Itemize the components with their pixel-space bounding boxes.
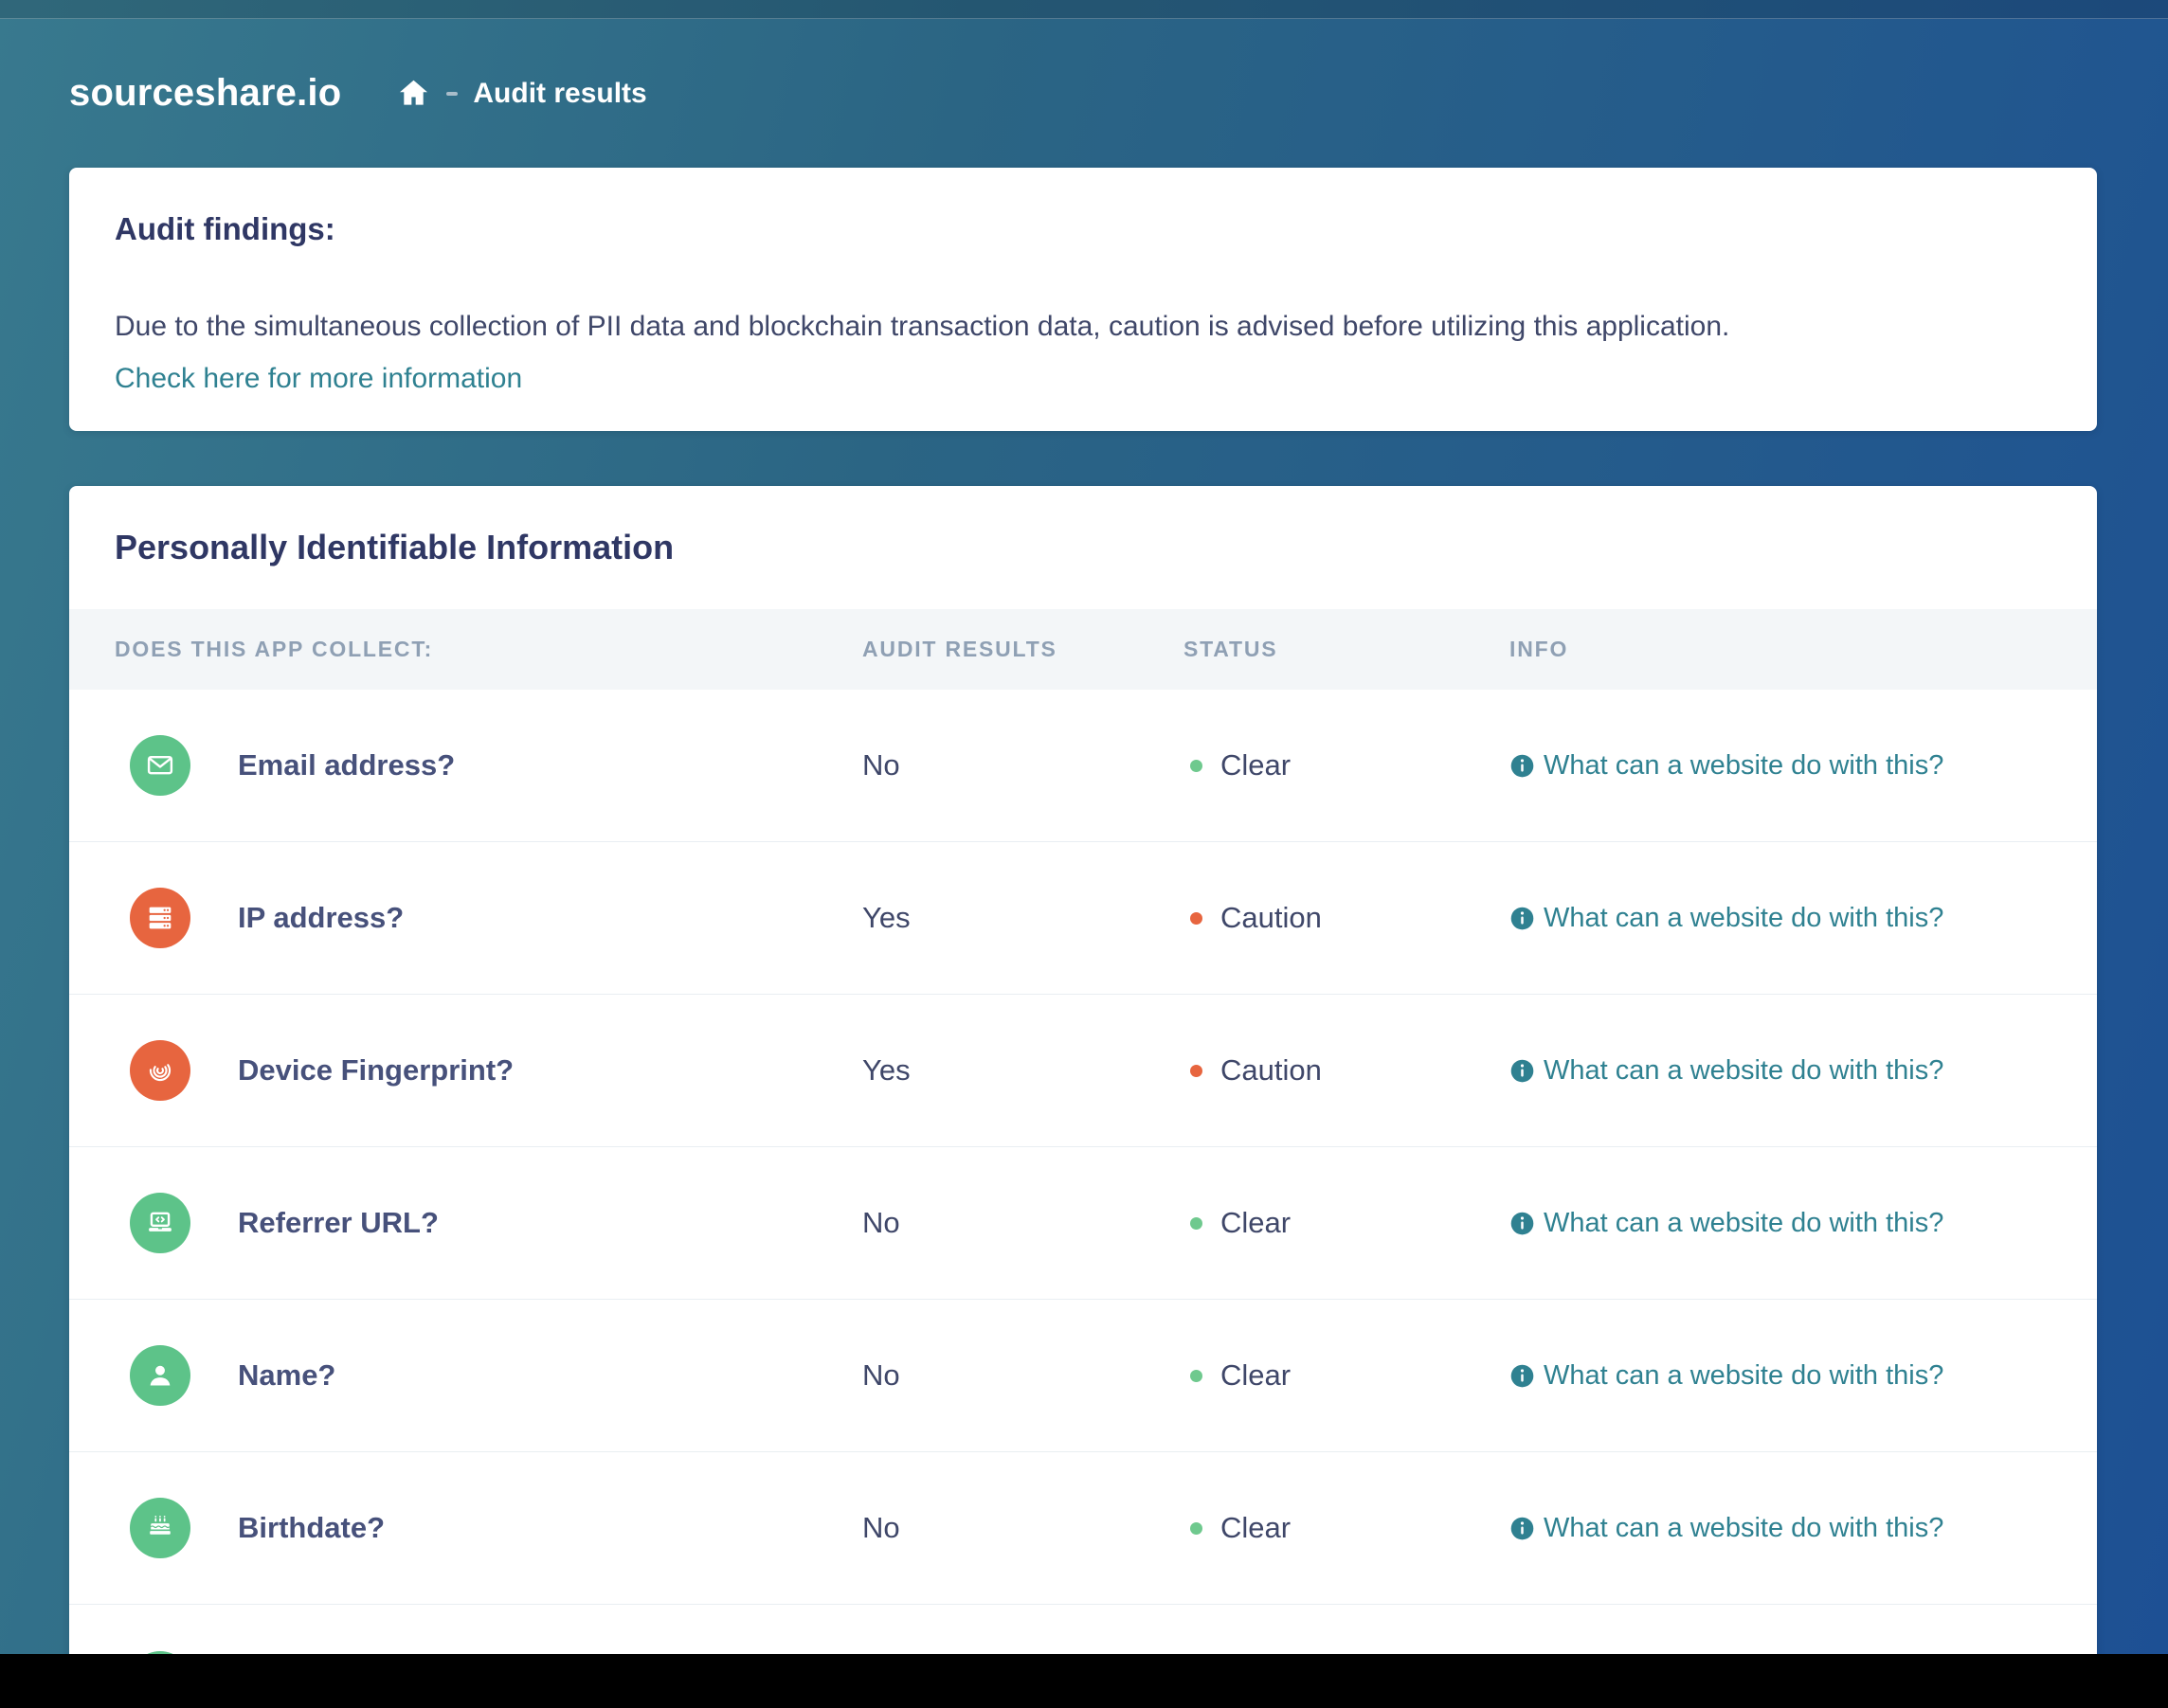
column-header-status: STATUS [1183, 637, 1278, 661]
info-icon [1509, 1516, 1535, 1541]
pii-title: Personally Identifiable Information [115, 528, 675, 566]
birthday-cake-icon [130, 1498, 190, 1558]
table-row: IP address? Yes Caution What can a websi… [69, 842, 2097, 995]
column-header-audit-results: AUDIT RESULTS [862, 637, 1057, 661]
info-link[interactable]: What can a website do with this? [1509, 1208, 2051, 1239]
status-dot [1190, 911, 1202, 925]
row-label: Name? [238, 1358, 336, 1392]
info-link[interactable]: What can a website do with this? [1509, 1360, 2051, 1392]
status-dot [1190, 759, 1202, 772]
breadcrumb-current: Audit results [473, 77, 647, 109]
table-header-row: DOES THIS APP COLLECT: AUDIT RESULTS STA… [69, 609, 2097, 690]
column-header-collect: DOES THIS APP COLLECT: [115, 637, 434, 661]
table-row: Email address? No Clear What can a websi… [69, 690, 2097, 842]
laptop-code-icon [130, 1193, 190, 1253]
envelope-icon [130, 735, 190, 796]
table-row: Birthdate? No Clear What can a website d… [69, 1452, 2097, 1605]
table-row: Name? No Clear What can a website do wit… [69, 1300, 2097, 1452]
info-link-label: What can a website do with this? [1544, 1054, 1944, 1086]
info-link[interactable]: What can a website do with this? [1509, 750, 2051, 782]
audit-result-value: No [862, 1511, 900, 1544]
status-dot [1190, 1064, 1202, 1077]
breadcrumb-separator [446, 91, 459, 96]
audit-result-value: Yes [862, 1053, 911, 1087]
pii-card-header: Personally Identifiable Information [69, 486, 2097, 609]
info-link-label: What can a website do with this? [1544, 1512, 1944, 1543]
findings-body: Due to the simultaneous collection of PI… [115, 311, 1730, 342]
status-dot [1190, 1521, 1202, 1535]
row-label: Device Fingerprint? [238, 1053, 515, 1087]
table-row: Referrer URL? No Clear What can a websit… [69, 1147, 2097, 1300]
table-row: Device Fingerprint? Yes Caution What can… [69, 995, 2097, 1147]
top-accent-bar [0, 0, 2168, 19]
info-link[interactable]: What can a website do with this? [1509, 903, 2051, 934]
status-dot [1190, 1216, 1202, 1230]
info-link-label: What can a website do with this? [1544, 749, 1944, 781]
findings-title: Audit findings: [115, 211, 335, 246]
info-link[interactable]: What can a website do with this? [1509, 1513, 2051, 1544]
status-value: Clear [1220, 748, 1292, 782]
info-link-label: What can a website do with this? [1544, 902, 1944, 933]
server-icon [130, 888, 190, 948]
status-value: Clear [1220, 1511, 1292, 1544]
info-link[interactable]: What can a website do with this? [1509, 1055, 2051, 1087]
audit-findings-card: Audit findings: Due to the simultaneous … [69, 168, 2097, 431]
user-icon [130, 1345, 190, 1406]
site-title: sourceshare.io [69, 72, 342, 114]
info-icon [1509, 753, 1535, 779]
audit-result-value: No [862, 1358, 900, 1392]
audit-result-value: Yes [862, 901, 911, 934]
header: sourceshare.io Audit results [69, 72, 647, 115]
info-icon [1509, 906, 1535, 931]
pii-card: Personally Identifiable Information DOES… [69, 486, 2097, 1708]
info-icon [1509, 1363, 1535, 1389]
status-value: Clear [1220, 1358, 1292, 1392]
findings-info-link[interactable]: Check here for more information [115, 363, 522, 394]
status-value: Caution [1220, 1053, 1322, 1087]
info-icon [1509, 1211, 1535, 1236]
column-header-info: INFO [1509, 637, 1569, 661]
letterbox-band [0, 1654, 2168, 1708]
table-body: Email address? No Clear What can a websi… [69, 690, 2097, 1708]
page: sourceshare.io Audit results Audit findi… [0, 0, 2168, 1708]
status-value: Clear [1220, 1206, 1292, 1239]
row-label: Email address? [238, 748, 456, 782]
audit-result-value: No [862, 748, 900, 782]
row-label: Birthdate? [238, 1511, 385, 1544]
row-label: Referrer URL? [238, 1206, 439, 1239]
home-icon[interactable] [396, 76, 431, 111]
info-link-label: What can a website do with this? [1544, 1359, 1944, 1391]
audit-result-value: No [862, 1206, 900, 1239]
info-link-label: What can a website do with this? [1544, 1207, 1944, 1238]
status-dot [1190, 1369, 1202, 1382]
row-label: IP address? [238, 901, 405, 934]
status-value: Caution [1220, 901, 1322, 934]
fingerprint-icon [130, 1040, 190, 1101]
info-icon [1509, 1058, 1535, 1084]
